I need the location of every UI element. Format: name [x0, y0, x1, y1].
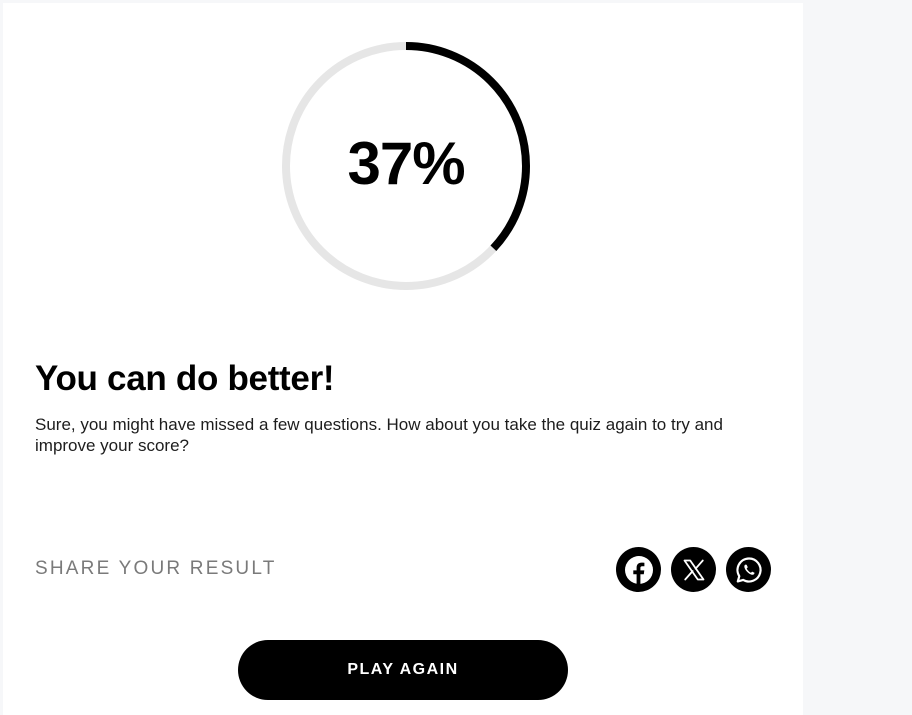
- share-facebook-button[interactable]: [616, 547, 661, 592]
- share-whatsapp-button[interactable]: [726, 547, 771, 592]
- whatsapp-icon: [735, 556, 762, 583]
- play-again-button[interactable]: PLAY AGAIN: [238, 640, 568, 700]
- share-buttons: [616, 547, 771, 592]
- score-percentage: 37%: [347, 129, 465, 197]
- page: 37% You can do better! Sure, you might h…: [0, 0, 912, 715]
- x-icon: [683, 559, 704, 580]
- result-description: Sure, you might have missed a few questi…: [35, 415, 723, 455]
- result-title: You can do better!: [35, 359, 335, 398]
- facebook-icon: [624, 555, 653, 584]
- score-ring: 37%: [279, 39, 533, 293]
- result-card: 37% You can do better! Sure, you might h…: [3, 3, 803, 715]
- share-label: SHARE YOUR RESULT: [35, 558, 277, 579]
- share-x-button[interactable]: [671, 547, 716, 592]
